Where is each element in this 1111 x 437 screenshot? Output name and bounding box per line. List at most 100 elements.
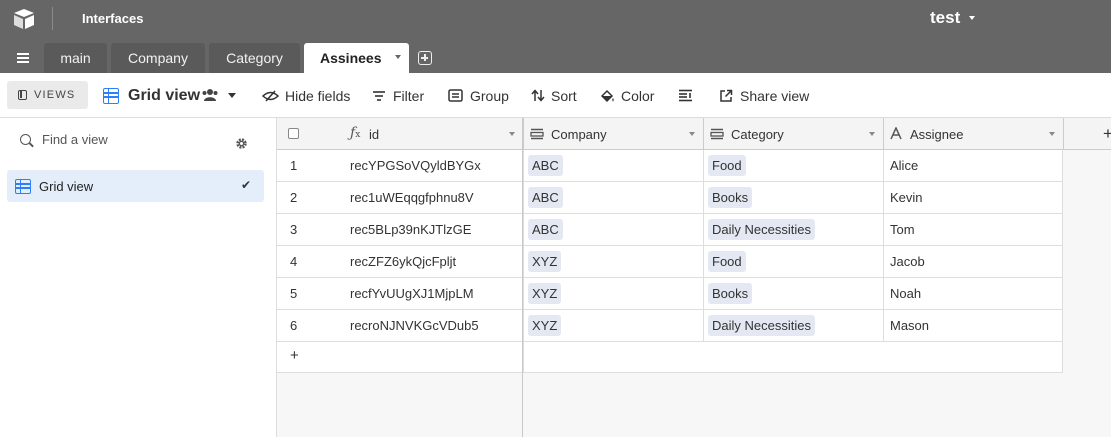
column-header-company[interactable]: Company <box>551 127 607 142</box>
add-table-icon[interactable] <box>418 51 432 65</box>
linked-record-tag: Food <box>708 155 746 176</box>
view-toolbar: VIEWS Grid view Hide fields Filter Group… <box>0 73 1111 118</box>
find-view-search[interactable]: Find a view <box>20 132 108 147</box>
cell-row-number-and-id[interactable]: 4 recZFZ6ykQjcFpljt <box>277 246 523 278</box>
group-icon <box>448 89 463 102</box>
cell-assignee-text: Noah <box>890 286 922 301</box>
views-toggle-button[interactable]: VIEWS <box>7 81 88 109</box>
cell-assignee-text: Kevin <box>890 190 923 205</box>
add-field-plus-icon[interactable]: + <box>1103 124 1111 144</box>
sort-label: Sort <box>551 87 577 104</box>
cell-row-number-and-id[interactable]: 5 recfYvUUgXJ1MjpLM <box>277 278 523 310</box>
linked-record-tag: Books <box>708 187 753 208</box>
text-field-icon <box>890 127 902 140</box>
add-row-plus-icon: + <box>290 347 299 364</box>
cell-category[interactable]: Books <box>703 182 883 214</box>
cell-company[interactable]: XYZ <box>523 310 703 342</box>
tab-label: Category <box>226 50 283 66</box>
gear-icon[interactable] <box>235 137 248 150</box>
cell-id: recroNJNVKGcVDub5 <box>350 318 479 333</box>
interfaces-link[interactable]: Interfaces <box>82 11 143 26</box>
cell-company[interactable]: XYZ <box>523 246 703 278</box>
current-view-button[interactable]: Grid view <box>103 73 200 118</box>
tab-company[interactable]: Company <box>111 43 205 73</box>
cell-assignee-text: Jacob <box>890 254 925 269</box>
group-button[interactable]: Group <box>448 73 509 118</box>
linked-record-tag: ABC <box>528 219 563 240</box>
linked-record-tag: XYZ <box>528 315 562 336</box>
link-field-icon <box>710 128 724 140</box>
cell-row-number-and-id[interactable]: 6 recroNJNVKGcVDub5 <box>277 310 523 342</box>
cell-assignee[interactable]: Mason <box>883 310 1063 342</box>
cell-assignee[interactable]: Noah <box>883 278 1063 310</box>
cell-company[interactable]: ABC <box>523 150 703 182</box>
hide-fields-button[interactable]: Hide fields <box>262 73 350 118</box>
column-menu-chevron-down-icon[interactable] <box>1049 132 1055 136</box>
airtable-logo-icon[interactable] <box>12 8 36 30</box>
filter-button[interactable]: Filter <box>372 73 424 118</box>
add-row-button[interactable]: + <box>277 342 523 373</box>
link-field-icon <box>530 128 544 140</box>
cell-id: recfYvUUgXJ1MjpLM <box>350 286 474 301</box>
cell-category[interactable]: Daily Necessities <box>703 310 883 342</box>
cell-id: rec5BLp39nKJTlzGE <box>350 222 472 237</box>
hamburger-menu-icon[interactable] <box>17 53 29 63</box>
linked-record-tag: Daily Necessities <box>708 315 815 336</box>
cell-company[interactable]: XYZ <box>523 278 703 310</box>
cell-assignee[interactable]: Kevin <box>883 182 1063 214</box>
row-height-icon[interactable] <box>678 89 693 102</box>
view-menu-chevron-down-icon[interactable] <box>228 93 236 98</box>
cell-category[interactable]: Food <box>703 150 883 182</box>
cell-assignee[interactable]: Alice <box>883 150 1063 182</box>
tab-chevron-down-icon[interactable] <box>395 55 401 59</box>
cell-assignee[interactable]: Tom <box>883 214 1063 246</box>
base-menu-chevron-down-icon[interactable] <box>969 16 975 20</box>
color-button[interactable]: Color <box>600 73 654 118</box>
filter-label: Filter <box>393 87 425 104</box>
row-number: 3 <box>290 222 298 237</box>
grid-view-icon <box>15 178 31 194</box>
share-view-button[interactable]: Share view <box>719 73 809 118</box>
cell-id: recYPGSoVQyldBYGx <box>350 158 481 173</box>
find-view-placeholder[interactable]: Find a view <box>42 132 108 147</box>
column-header-assignee[interactable]: Assignee <box>910 127 963 142</box>
cell-category[interactable]: Books <box>703 278 883 310</box>
column-header-category[interactable]: Category <box>731 127 784 142</box>
tab-main[interactable]: main <box>44 43 107 73</box>
hide-fields-label: Hide fields <box>285 87 351 104</box>
header-company-column: Company <box>523 118 703 150</box>
cell-assignee-text: Tom <box>890 222 915 237</box>
linked-record-tag: XYZ <box>528 251 562 272</box>
column-menu-chevron-down-icon[interactable] <box>509 132 515 136</box>
column-menu-chevron-down-icon[interactable] <box>689 132 695 136</box>
select-all-checkbox[interactable] <box>288 128 299 139</box>
header-primary-column: ƒx id <box>277 118 523 150</box>
sort-button[interactable]: Sort <box>531 73 577 118</box>
cell-company[interactable]: ABC <box>523 214 703 246</box>
search-icon <box>20 134 31 145</box>
header-category-column: Category <box>703 118 883 150</box>
cell-row-number-and-id[interactable]: 2 rec1uWEqqgfphnu8V <box>277 182 523 214</box>
base-name[interactable]: test <box>930 8 960 28</box>
view-item-label: Grid view <box>39 178 94 194</box>
cell-category[interactable]: Food <box>703 246 883 278</box>
column-menu-chevron-down-icon[interactable] <box>869 132 875 136</box>
top-bar: Interfaces test main Company Category As… <box>0 0 1111 73</box>
cell-company[interactable]: ABC <box>523 182 703 214</box>
column-header-id[interactable]: id <box>369 127 379 142</box>
sidebar-toggle-icon <box>18 90 27 100</box>
cell-id: recZFZ6ykQjcFpljt <box>350 254 457 269</box>
add-row-filler[interactable] <box>523 342 1063 373</box>
data-grid: ƒx id Company Category Assignee + 1 recYP… <box>277 118 1111 437</box>
group-label: Group <box>470 87 509 104</box>
tab-category[interactable]: Category <box>209 43 300 73</box>
add-field-header[interactable]: + <box>1063 118 1111 150</box>
current-view-name: Grid view <box>128 86 201 104</box>
tab-assinees[interactable]: Assinees <box>304 43 409 73</box>
cell-row-number-and-id[interactable]: 3 rec5BLp39nKJTlzGE <box>277 214 523 246</box>
cell-category[interactable]: Daily Necessities <box>703 214 883 246</box>
cell-row-number-and-id[interactable]: 1 recYPGSoVQyldBYGx <box>277 150 523 182</box>
cell-assignee[interactable]: Jacob <box>883 246 1063 278</box>
share-icon <box>720 89 733 102</box>
sidebar-view-grid-view[interactable]: Grid view ✔ <box>7 170 264 202</box>
